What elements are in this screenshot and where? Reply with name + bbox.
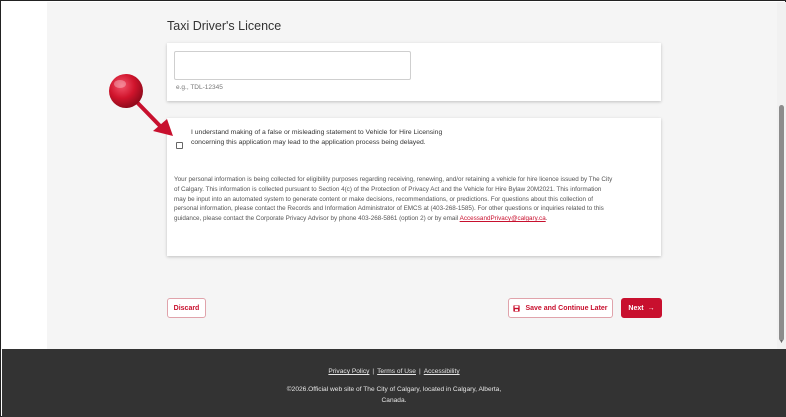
scroll-down-icon[interactable]: ▼ [779, 340, 784, 345]
browser-frame: Taxi Driver's Licence e.g., TDL-12345 I … [0, 0, 786, 417]
save-continue-later-button[interactable]: Save and Continue Later [508, 298, 613, 318]
floppy-disk-icon [513, 304, 521, 312]
arrow-right-icon: → [647, 304, 655, 312]
next-label: Next [628, 304, 644, 312]
scrollbar[interactable]: ▼ [777, 2, 786, 349]
section-title: Taxi Driver's Licence [167, 19, 282, 33]
privacy-notice-end: . [545, 215, 548, 223]
discard-label: Discard [173, 304, 200, 312]
next-button[interactable]: Next → [621, 298, 662, 318]
pointer-arrow-icon [105, 71, 177, 142]
terms-of-use-link[interactable]: Terms of Use [377, 368, 416, 375]
licence-card: e.g., TDL-12345 [167, 43, 661, 101]
footer-links: Privacy Policy | Terms of Use | Accessibilit… [2, 368, 786, 375]
accessibility-link[interactable]: Accessibility [424, 368, 460, 375]
licence-number-input[interactable] [174, 51, 411, 80]
discard-button[interactable]: Discard [167, 298, 206, 318]
consent-checkbox[interactable] [176, 142, 183, 149]
consent-label: I understand making of a false or mislea… [191, 129, 443, 147]
save-label: Save and Continue Later [525, 304, 608, 312]
privacy-notice: Your personal information is being colle… [174, 175, 614, 224]
privacy-policy-link[interactable]: Privacy Policy [328, 368, 369, 375]
footer-separator: | [418, 368, 421, 375]
footer-copyright: ©2026.Official web site of The City of C… [286, 386, 502, 404]
licence-hint: e.g., TDL-12345 [176, 84, 223, 91]
privacy-email-link[interactable]: AccessandPrivacy@calgary.ca [460, 215, 546, 222]
scrollbar-thumb[interactable] [779, 105, 784, 341]
site-footer: Privacy Policy | Terms of Use | Accessibilit… [2, 349, 786, 417]
footer-separator: | [372, 368, 375, 375]
consent-card: I understand making of a false or mislea… [167, 118, 661, 256]
